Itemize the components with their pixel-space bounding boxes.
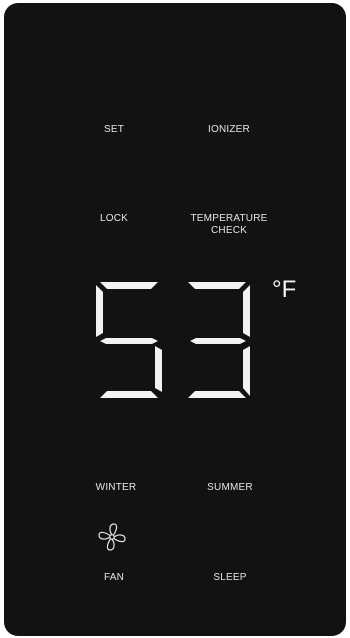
temperature-display <box>96 282 250 398</box>
sleep-button[interactable]: SLEEP <box>213 572 246 584</box>
digit-5-segment-upper-left <box>96 285 103 337</box>
digit-three <box>188 282 250 398</box>
winter-button[interactable]: WINTER <box>96 482 137 494</box>
digit-3-segment-bottom <box>188 391 246 398</box>
digit-5-segment-middle <box>100 338 158 344</box>
digit-3-segment-upper-right <box>243 285 250 337</box>
digit-5-segment-lower-right <box>155 346 162 392</box>
fan-button[interactable]: FAN <box>104 572 124 584</box>
fan-icon[interactable] <box>94 519 130 555</box>
digit-5-segment-bottom <box>100 391 158 398</box>
digit-3-segment-lower-right <box>243 346 250 396</box>
temperature-unit: °F <box>272 276 297 303</box>
digit-five <box>96 282 162 398</box>
summer-button[interactable]: SUMMER <box>207 482 253 494</box>
digit-3-segment-middle <box>190 338 246 344</box>
digit-5-segment-top <box>100 282 158 289</box>
digit-3-segment-top <box>188 282 246 289</box>
